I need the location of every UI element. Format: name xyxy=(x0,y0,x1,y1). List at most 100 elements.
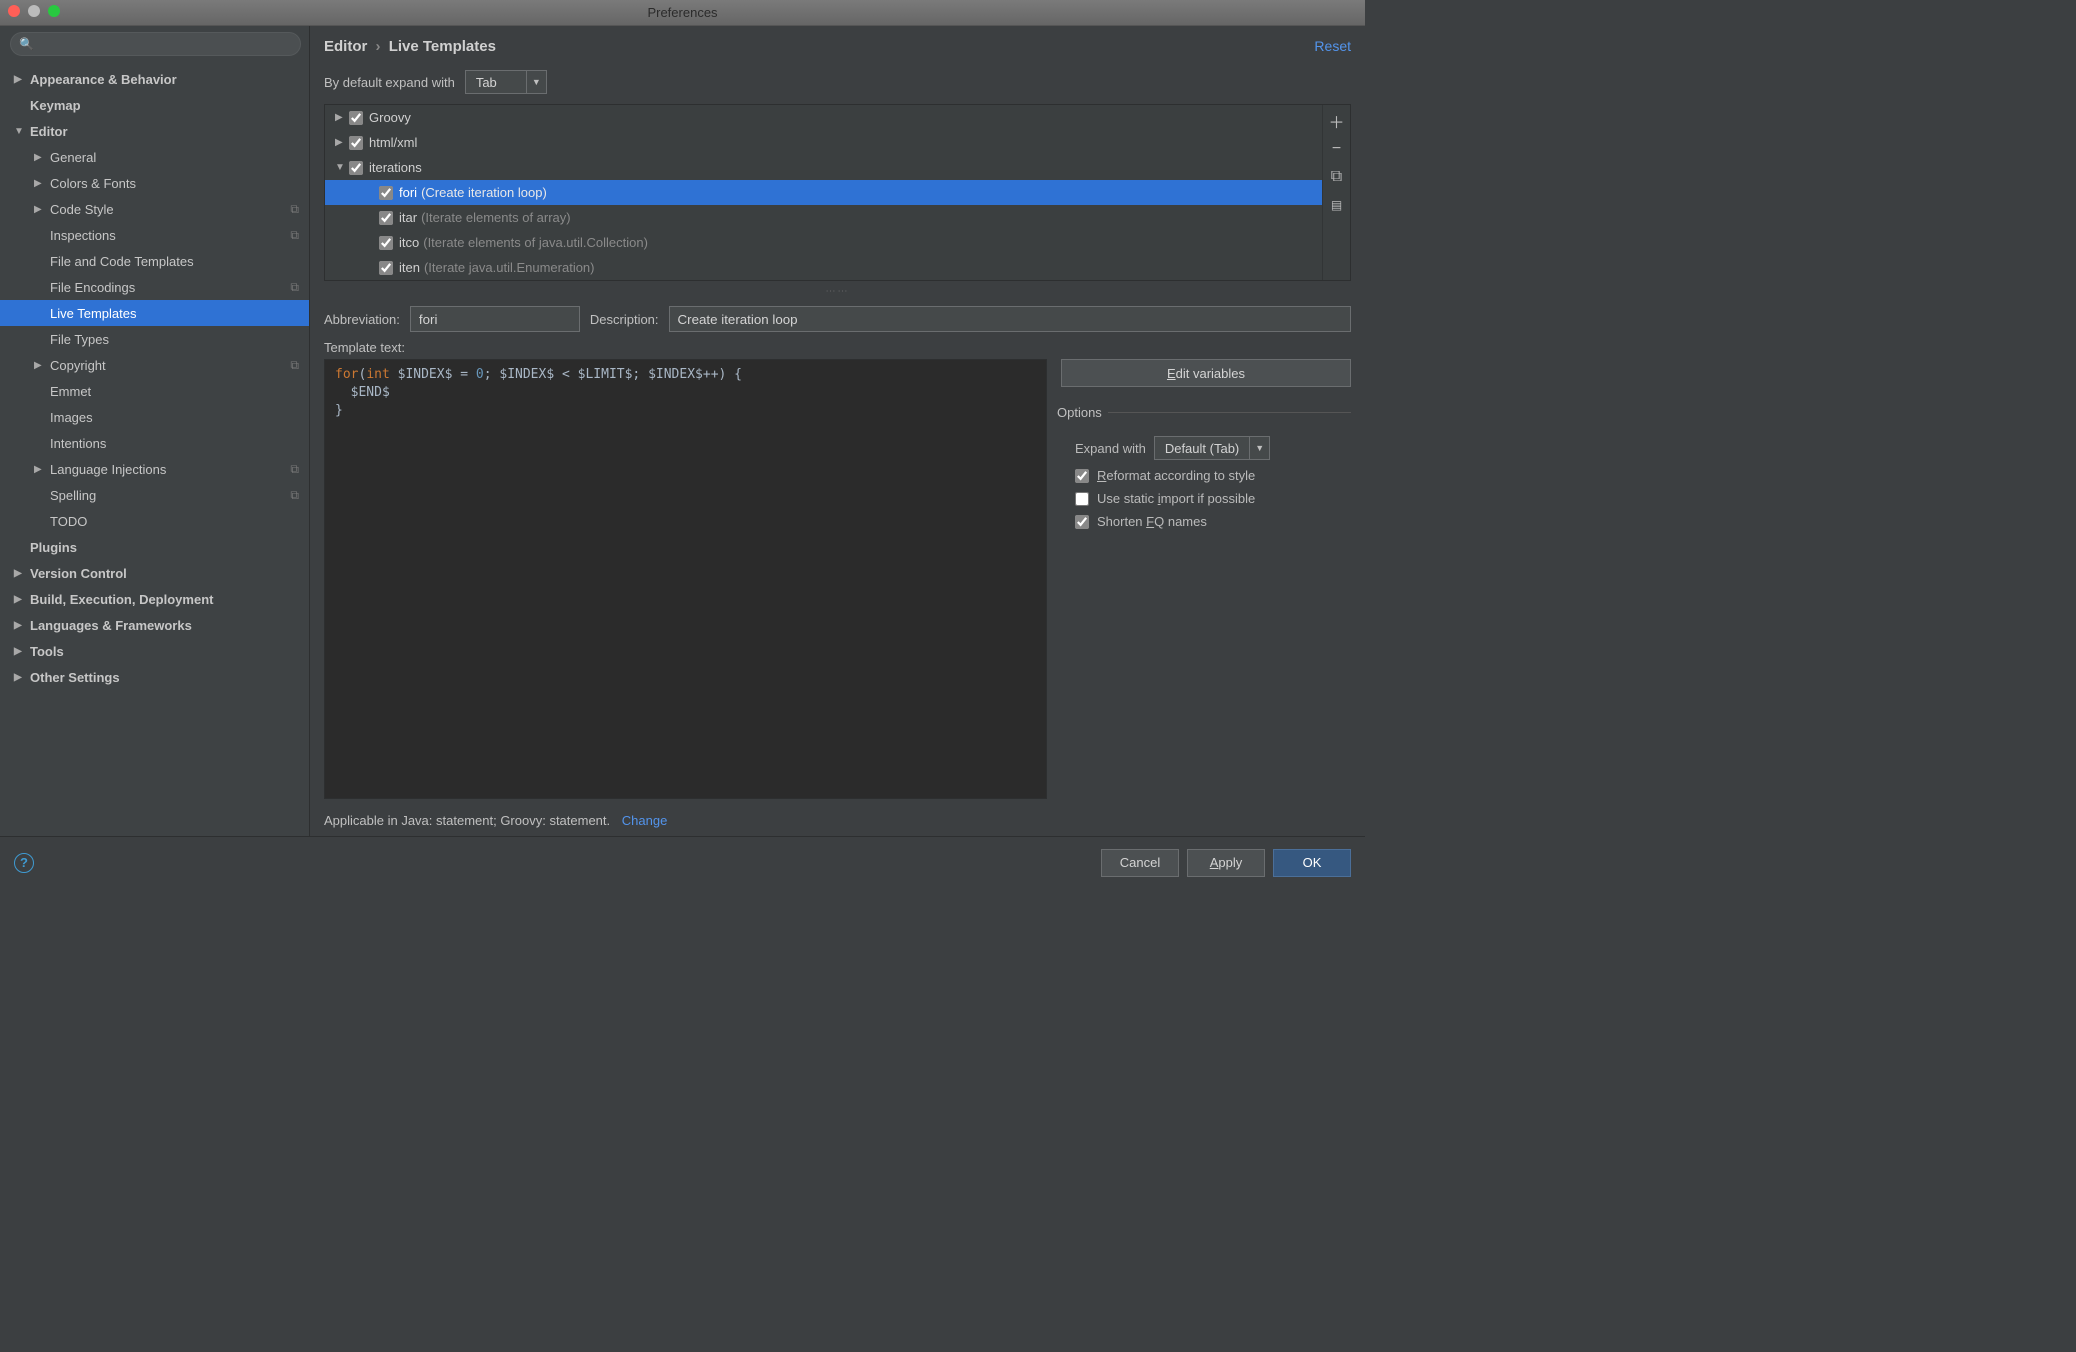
sidebar-item-other-settings[interactable]: ▶Other Settings xyxy=(0,664,309,690)
abbreviation-input[interactable] xyxy=(410,306,580,332)
sidebar-item-code-style[interactable]: ▶Code Style⧉ xyxy=(0,196,309,222)
sidebar-item-language-injections[interactable]: ▶Language Injections⧉ xyxy=(0,456,309,482)
cancel-button[interactable]: Cancel xyxy=(1101,849,1179,877)
help-button[interactable]: ? xyxy=(14,853,34,873)
sidebar-item-images[interactable]: Images xyxy=(0,404,309,430)
expand-with-row: Expand with Default (Tab) ▼ xyxy=(1061,436,1351,460)
templates-area: ▶ Groovy ▶html/xml▼iterationsfori (Create … xyxy=(324,104,1351,281)
template-name: itco xyxy=(399,235,419,250)
sidebar-item-editor[interactable]: ▼Editor xyxy=(0,118,309,144)
change-context-link[interactable]: Change xyxy=(622,813,668,828)
static-import-checkbox[interactable] xyxy=(1075,492,1089,506)
group-name: Groovy xyxy=(369,110,411,125)
static-import-option[interactable]: Use static import if possible xyxy=(1061,491,1351,506)
splitter-handle[interactable]: ⋯⋯ xyxy=(310,285,1365,298)
reformat-checkbox[interactable] xyxy=(1075,469,1089,483)
description-input[interactable] xyxy=(669,306,1351,332)
copy-template-button[interactable]: ⧉ xyxy=(1325,165,1349,189)
template-description: (Iterate elements of array) xyxy=(421,210,571,225)
shorten-fq-checkbox[interactable] xyxy=(1075,515,1089,529)
remove-template-button[interactable]: − xyxy=(1325,137,1349,161)
edit-variables-button[interactable]: Edit variables xyxy=(1061,359,1351,387)
reformat-option[interactable]: Reformat according to style xyxy=(1061,468,1351,483)
template-description: (Create iteration loop) xyxy=(421,185,547,200)
scope-icon: ⧉ xyxy=(290,228,299,243)
sidebar-item-label: Plugins xyxy=(30,540,77,555)
add-template-button[interactable]: ＋ xyxy=(1325,109,1349,133)
sidebar-item-label: Appearance & Behavior xyxy=(30,72,177,87)
group-checkbox[interactable] xyxy=(349,111,363,125)
chevron-icon: ▶ xyxy=(34,178,46,189)
sidebar-item-copyright[interactable]: ▶Copyright⧉ xyxy=(0,352,309,378)
default-expand-label: By default expand with xyxy=(324,75,455,90)
sidebar-item-label: Other Settings xyxy=(30,670,120,685)
default-expand-row: By default expand with Tab ▼ xyxy=(310,66,1365,104)
templates-toolbar: ＋ − ⧉ ▤ xyxy=(1322,105,1350,280)
template-detail: Abbreviation: Description: Template text… xyxy=(310,298,1365,836)
chevron-icon: ▼ xyxy=(14,126,26,137)
template-item-itar[interactable]: itar (Iterate elements of array) xyxy=(325,205,1322,230)
template-checkbox[interactable] xyxy=(379,186,393,200)
apply-button[interactable]: Apply xyxy=(1187,849,1265,877)
template-text-input[interactable]: for(int $INDEX$ = 0; $INDEX$ < $LIMIT$; … xyxy=(324,359,1047,799)
sidebar-item-file-and-code-templates[interactable]: File and Code Templates xyxy=(0,248,309,274)
sidebar-item-label: Spelling xyxy=(50,488,96,503)
sidebar-item-plugins[interactable]: Plugins xyxy=(0,534,309,560)
sidebar-item-emmet[interactable]: Emmet xyxy=(0,378,309,404)
template-item-iten[interactable]: iten (Iterate java.util.Enumeration) xyxy=(325,255,1322,280)
group-name: html/xml xyxy=(369,135,417,150)
group-checkbox[interactable] xyxy=(349,161,363,175)
sidebar-item-intentions[interactable]: Intentions xyxy=(0,430,309,456)
sidebar-item-languages-frameworks[interactable]: ▶Languages & Frameworks xyxy=(0,612,309,638)
scope-icon: ⧉ xyxy=(290,488,299,503)
sidebar-item-spelling[interactable]: Spelling ⧉ xyxy=(0,482,309,508)
minimize-window-icon[interactable] xyxy=(28,5,40,17)
sidebar-item-label: Live Templates xyxy=(50,306,136,321)
template-description: (Iterate elements of java.util.Collectio… xyxy=(423,235,648,250)
template-group-iterations[interactable]: ▼iterations xyxy=(325,155,1322,180)
template-checkbox[interactable] xyxy=(379,211,393,225)
sidebar-item-colors-fonts[interactable]: ▶Colors & Fonts xyxy=(0,170,309,196)
expand-with-value: Default (Tab) xyxy=(1155,441,1249,456)
chevron-icon: ▶ xyxy=(34,360,46,371)
shorten-fq-option[interactable]: Shorten FQ names xyxy=(1061,514,1351,529)
template-left-col: for(int $INDEX$ = 0; $INDEX$ < $LIMIT$; … xyxy=(324,359,1047,836)
options-group: Options Expand with Default (Tab) ▼ xyxy=(1061,405,1351,529)
template-item-itco[interactable]: itco (Iterate elements of java.util.Coll… xyxy=(325,230,1322,255)
close-window-icon[interactable] xyxy=(8,5,20,17)
group-checkbox[interactable] xyxy=(349,136,363,150)
sidebar-item-build-execution-deployment[interactable]: ▶Build, Execution, Deployment xyxy=(0,586,309,612)
template-text-label: Template text: xyxy=(324,340,1351,355)
sidebar-tree: ▶Appearance & BehaviorKeymap▼Editor▶Gene… xyxy=(0,62,309,836)
ok-button[interactable]: OK xyxy=(1273,849,1351,877)
sidebar: 🔍 ▶Appearance & BehaviorKeymap▼Editor▶Ge… xyxy=(0,26,310,836)
sidebar-item-tools[interactable]: ▶Tools xyxy=(0,638,309,664)
chevron-icon: ▶ xyxy=(14,620,26,631)
sidebar-item-file-types[interactable]: File Types xyxy=(0,326,309,352)
chevron-icon: ▶ xyxy=(14,568,26,579)
sidebar-item-appearance-behavior[interactable]: ▶Appearance & Behavior xyxy=(0,66,309,92)
sidebar-item-keymap[interactable]: Keymap xyxy=(0,92,309,118)
template-item-fori[interactable]: fori (Create iteration loop) xyxy=(325,180,1322,205)
sidebar-item-label: Copyright xyxy=(50,358,106,373)
template-group-html-xml[interactable]: ▶html/xml xyxy=(325,130,1322,155)
breadcrumb: Editor › Live Templates xyxy=(324,38,496,55)
sidebar-item-version-control[interactable]: ▶Version Control xyxy=(0,560,309,586)
reset-link[interactable]: Reset xyxy=(1314,38,1351,54)
search-input[interactable]: 🔍 xyxy=(10,32,301,56)
template-group-groovy[interactable]: ▶ Groovy xyxy=(325,105,1322,130)
default-expand-combo[interactable]: Tab ▼ xyxy=(465,70,547,94)
expand-with-combo[interactable]: Default (Tab) ▼ xyxy=(1154,436,1270,460)
sidebar-item-live-templates[interactable]: Live Templates xyxy=(0,300,309,326)
maximize-window-icon[interactable] xyxy=(48,5,60,17)
sidebar-item-general[interactable]: ▶General xyxy=(0,144,309,170)
sidebar-item-inspections[interactable]: Inspections⧉ xyxy=(0,222,309,248)
sidebar-item-file-encodings[interactable]: File Encodings⧉ xyxy=(0,274,309,300)
window-controls xyxy=(8,5,60,17)
sidebar-item-label: Emmet xyxy=(50,384,91,399)
template-checkbox[interactable] xyxy=(379,261,393,275)
sidebar-item-todo[interactable]: TODO xyxy=(0,508,309,534)
chevron-icon: ▶ xyxy=(335,112,349,123)
template-checkbox[interactable] xyxy=(379,236,393,250)
change-context-button[interactable]: ▤ xyxy=(1325,193,1349,217)
